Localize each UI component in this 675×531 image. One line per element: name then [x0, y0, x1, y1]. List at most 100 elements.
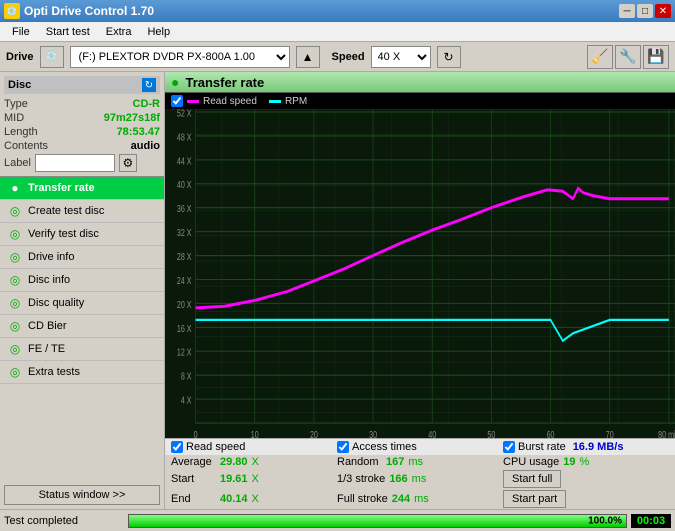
nav-label-fe-te: FE / TE — [28, 343, 65, 355]
nav-icon-disc-quality: ◎ — [8, 296, 22, 310]
rpm-legend-label: RPM — [285, 96, 307, 107]
minimize-button[interactable]: ─ — [619, 4, 635, 18]
svg-text:8 X: 8 X — [181, 370, 192, 382]
refresh-button[interactable]: ↻ — [437, 46, 461, 68]
eraser-button[interactable]: 🧹 — [587, 45, 613, 69]
nav-label-disc-quality: Disc quality — [28, 297, 84, 309]
burst-rate-check[interactable] — [503, 441, 515, 453]
nav-label-create-test-disc: Create test disc — [28, 205, 104, 217]
svg-text:44 X: 44 X — [177, 155, 192, 167]
one-third-label: 1/3 stroke — [337, 473, 385, 485]
average-val: 29.80 — [220, 456, 248, 468]
status-bar: Test completed 100.0% 00:03 — [0, 509, 675, 531]
svg-text:48 X: 48 X — [177, 131, 192, 143]
type-value: CD-R — [133, 98, 161, 110]
label-gear-icon[interactable]: ⚙ — [119, 154, 137, 172]
chart-legend: Read speed RPM — [165, 93, 675, 109]
nav-icon-create-test-disc: ◎ — [8, 204, 22, 218]
nav-item-cd-bier[interactable]: ◎ CD Bier — [0, 315, 164, 338]
svg-text:10: 10 — [251, 429, 259, 438]
sidebar: Disc ↻ Type CD-R MID 97m27s18f Length 78… — [0, 72, 165, 509]
speed-select[interactable]: 40 X32 X24 X16 X — [371, 46, 431, 68]
nav-icon-fe-te: ◎ — [8, 342, 22, 356]
svg-text:70: 70 — [606, 429, 614, 438]
nav-item-disc-info[interactable]: ◎ Disc info — [0, 269, 164, 292]
mid-value: 97m27s18f — [104, 112, 160, 124]
nav-icon-drive-info: ◎ — [8, 250, 22, 264]
drive-icon: 💿 — [40, 46, 64, 68]
drive-label: Drive — [6, 51, 34, 63]
nav-item-extra-tests[interactable]: ◎ Extra tests — [0, 361, 164, 384]
nav-icon-verify-test-disc: ◎ — [8, 227, 22, 241]
nav-item-transfer-rate[interactable]: ● Transfer rate — [0, 177, 164, 200]
cpu-unit: % — [580, 456, 590, 468]
menu-file[interactable]: File — [4, 25, 38, 39]
save-button[interactable]: 💾 — [643, 45, 669, 69]
maximize-button[interactable]: □ — [637, 4, 653, 18]
contents-value: audio — [131, 140, 160, 152]
full-stroke-val: 244 — [392, 493, 410, 505]
time-display: 00:03 — [631, 514, 671, 528]
nav-label-drive-info: Drive info — [28, 251, 74, 263]
svg-text:60: 60 — [547, 429, 555, 438]
start-val: 19.61 — [220, 473, 248, 485]
burst-rate-check-label: Burst rate — [518, 441, 566, 453]
nav-icon-disc-info: ◎ — [8, 273, 22, 287]
progress-fill — [129, 515, 626, 527]
nav-item-create-test-disc[interactable]: ◎ Create test disc — [0, 200, 164, 223]
close-button[interactable]: ✕ — [655, 4, 671, 18]
disc-section: Disc ↻ Type CD-R MID 97m27s18f Length 78… — [0, 72, 164, 177]
status-window-button[interactable]: Status window >> — [4, 485, 160, 505]
cpu-val: 19 — [563, 456, 575, 468]
start-part-button[interactable]: Start part — [503, 490, 566, 508]
label-label: Label — [4, 157, 31, 169]
transfer-rate-header: ● Transfer rate — [165, 72, 675, 93]
nav-item-drive-info[interactable]: ◎ Drive info — [0, 246, 164, 269]
average-unit: X — [252, 456, 259, 468]
nav-item-verify-test-disc[interactable]: ◎ Verify test disc — [0, 223, 164, 246]
length-value: 78:53.47 — [117, 126, 160, 138]
nav-item-fe-te[interactable]: ◎ FE / TE — [0, 338, 164, 361]
content-area: ● Transfer rate Read speed RPM — [165, 72, 675, 509]
disc-header: Disc — [8, 79, 31, 91]
menu-start-test[interactable]: Start test — [38, 25, 98, 39]
nav-icon-transfer-rate: ● — [8, 181, 22, 195]
random-unit: ms — [408, 456, 423, 468]
nav-label-extra-tests: Extra tests — [28, 366, 80, 378]
svg-text:36 X: 36 X — [177, 203, 192, 215]
nav-label-disc-info: Disc info — [28, 274, 70, 286]
burst-rate-value: 16.9 MB/s — [573, 441, 624, 453]
svg-text:20: 20 — [310, 429, 318, 438]
menu-extra[interactable]: Extra — [98, 25, 140, 39]
end-unit: X — [252, 493, 259, 505]
title-bar: 💿 Opti Drive Control 1.70 ─ □ ✕ — [0, 0, 675, 22]
svg-text:40 X: 40 X — [177, 179, 192, 191]
label-input[interactable] — [35, 154, 115, 172]
read-speed-checkbox[interactable] — [171, 95, 183, 107]
random-val: 167 — [386, 456, 404, 468]
average-label: Average — [171, 456, 216, 468]
eject-button[interactable]: ▲ — [296, 46, 320, 68]
disc-refresh-icon[interactable]: ↻ — [142, 78, 156, 92]
full-stroke-label: Full stroke — [337, 493, 388, 505]
nav-icon-cd-bier: ◎ — [8, 319, 22, 333]
tool-button[interactable]: 🔧 — [615, 45, 641, 69]
tr-header-icon: ● — [171, 74, 179, 90]
window-title: Opti Drive Control 1.70 — [24, 4, 154, 18]
read-speed-check[interactable] — [171, 441, 183, 453]
stats-row-end: End 40.14 X Full stroke 244 ms Start par… — [165, 489, 675, 509]
svg-text:80 min: 80 min — [658, 429, 675, 438]
length-label: Length — [4, 126, 38, 138]
svg-text:32 X: 32 X — [177, 227, 192, 239]
status-text: Test completed — [4, 515, 124, 527]
start-full-button[interactable]: Start full — [503, 470, 561, 488]
menu-help[interactable]: Help — [139, 25, 178, 39]
rpm-legend-color — [269, 100, 281, 103]
chart-svg: 52 X 48 X 44 X 40 X 36 X 32 X 28 X 24 X … — [165, 109, 675, 438]
access-times-check[interactable] — [337, 441, 349, 453]
drive-select[interactable]: (F:) PLEXTOR DVDR PX-800A 1.00 — [70, 46, 290, 68]
menu-bar: File Start test Extra Help — [0, 22, 675, 42]
nav-item-disc-quality[interactable]: ◎ Disc quality — [0, 292, 164, 315]
app-icon: 💿 — [4, 3, 20, 19]
svg-text:16 X: 16 X — [177, 322, 192, 334]
